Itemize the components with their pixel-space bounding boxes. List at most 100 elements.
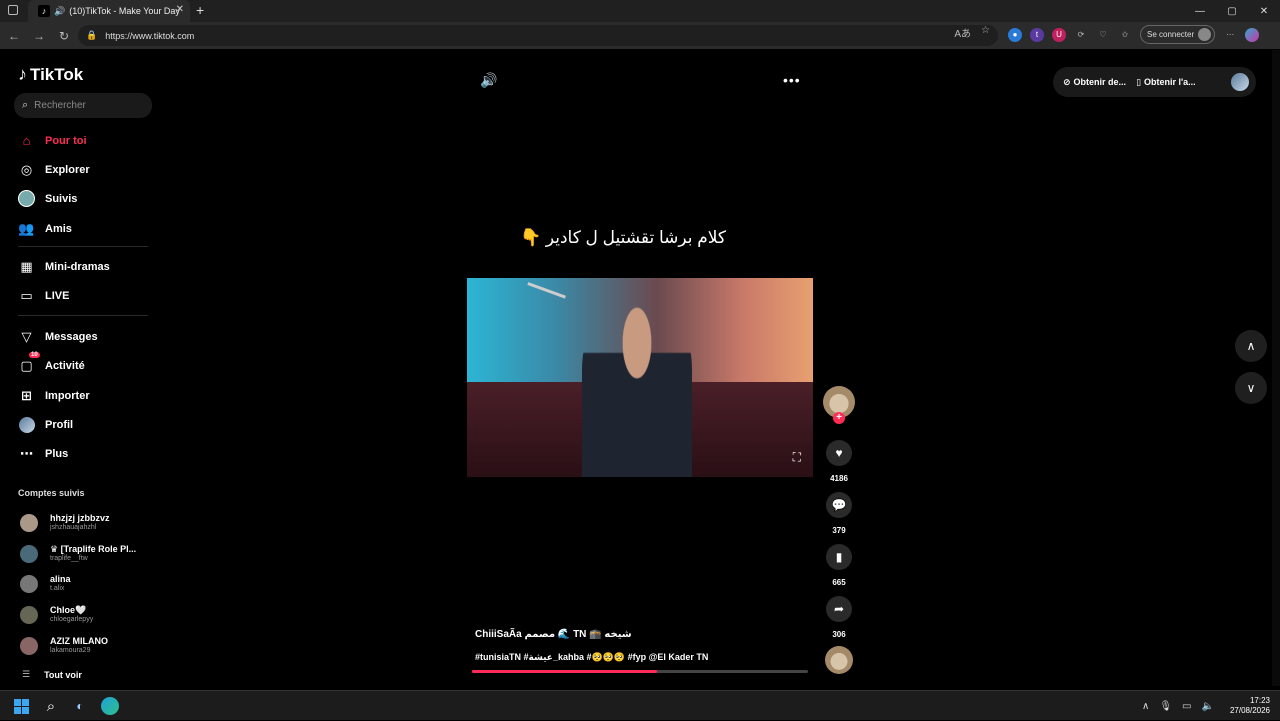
- nav-item-messages[interactable]: ▽ Messages: [18, 328, 98, 345]
- video-author[interactable]: ChiiiSaÃa مصمم 🌊 TN 🕋 شيخه: [475, 629, 632, 640]
- browser-tab[interactable]: ♪ 🔊 (10)TikTok - Make Your Day ✕: [28, 0, 190, 22]
- settings-more-icon[interactable]: ⋯: [1223, 28, 1237, 42]
- account-handle: t.alix: [50, 585, 65, 592]
- list-icon: ☰: [22, 669, 31, 679]
- video-player[interactable]: ⛶: [467, 278, 813, 477]
- heart-icon: ♥: [835, 446, 843, 460]
- nav-item-live[interactable]: ▭ LIVE: [18, 287, 69, 304]
- minimize-button[interactable]: —: [1184, 0, 1216, 22]
- tv-icon: ▭: [20, 287, 33, 303]
- get-app-button[interactable]: ▯ Obtenir l'a...: [1136, 77, 1196, 88]
- chevron-up-icon: ∧: [1246, 339, 1256, 353]
- get-coins-button[interactable]: ⊘ Obtenir de...: [1063, 77, 1126, 88]
- nav-label: Importer: [45, 389, 90, 402]
- more-options-icon[interactable]: •••: [783, 72, 801, 88]
- nav-item-explorer[interactable]: ◎ Explorer: [18, 161, 90, 178]
- music-disc-avatar[interactable]: [825, 646, 853, 674]
- nav-divider: [18, 246, 148, 247]
- profile-avatar-icon: [18, 416, 35, 433]
- url-field[interactable]: 🔒 https://www.tiktok.com Aあ ☆: [78, 25, 998, 46]
- tiktok-favicon-icon: ♪: [38, 5, 50, 17]
- favorite-star-icon[interactable]: ☆: [981, 25, 990, 40]
- read-aloud-icon[interactable]: Aあ: [954, 25, 971, 40]
- video-progress-bar[interactable]: [472, 670, 808, 673]
- volume-tray-icon[interactable]: 🔈: [1202, 701, 1214, 712]
- logo-text: TikTok: [30, 64, 84, 84]
- save-button[interactable]: ▮: [826, 544, 852, 570]
- tray-chevron-up-icon[interactable]: ∧: [1142, 701, 1149, 712]
- notification-badge: 10: [29, 352, 40, 358]
- speaker-icon[interactable]: 🔊: [54, 6, 65, 17]
- sign-in-button[interactable]: Se connecter: [1140, 25, 1216, 44]
- tab-close-icon[interactable]: ✕: [176, 4, 184, 15]
- nav-item-amis[interactable]: 👥 Amis: [18, 220, 72, 237]
- time: 17:23: [1249, 696, 1270, 705]
- extension-t-icon[interactable]: t: [1030, 27, 1044, 42]
- followed-accounts-title: Comptes suivis: [18, 488, 85, 498]
- clock[interactable]: 17:23 27/08/2026: [1230, 696, 1270, 716]
- followed-account[interactable]: hhzjzj jzbbzvz jshzhauajahzhl: [20, 513, 110, 532]
- forward-arrow-icon[interactable]: →: [28, 25, 50, 47]
- extension-u-icon[interactable]: U: [1052, 27, 1066, 42]
- nav-label: Profil: [45, 418, 74, 431]
- nav-label: Explorer: [45, 163, 90, 176]
- nav-item-mini-dramas[interactable]: ▦ Mini-dramas: [18, 258, 109, 275]
- close-window-button[interactable]: ✕: [1248, 0, 1280, 22]
- start-button[interactable]: [13, 698, 29, 714]
- nav-item-activite[interactable]: ▢ 10 Activité: [18, 352, 85, 374]
- nav-label: Activité: [45, 359, 85, 372]
- steam-icon[interactable]: ◐: [72, 698, 88, 714]
- video-frame-mic: [518, 282, 566, 324]
- tab-actions-icon[interactable]: [8, 5, 18, 15]
- edge-browser-icon[interactable]: [101, 697, 119, 715]
- network-icon[interactable]: ▭: [1182, 701, 1191, 712]
- next-video-button[interactable]: ∨: [1235, 372, 1267, 404]
- phone-icon: ▯: [1136, 76, 1142, 87]
- chevron-down-icon: ∨: [1246, 381, 1256, 395]
- restore-button[interactable]: ▢: [1216, 0, 1248, 22]
- new-tab-button[interactable]: +: [196, 2, 204, 18]
- like-button[interactable]: ♥: [826, 440, 852, 466]
- followed-account[interactable]: ♛ [Traplife Role Pl... traplife__ftw: [20, 544, 136, 563]
- user-avatar[interactable]: [1231, 73, 1249, 91]
- follow-plus-icon[interactable]: +: [833, 412, 845, 424]
- nav-label: Plus: [45, 447, 69, 460]
- nav-item-plus[interactable]: ⋯ Plus: [18, 445, 68, 462]
- refresh-icon[interactable]: ↻: [53, 25, 75, 47]
- account-handle: lakamoura29: [50, 647, 91, 654]
- followed-account[interactable]: AZIZ MILANO lakamoura29: [20, 636, 108, 655]
- search-input[interactable]: ⌕ Rechercher: [14, 93, 152, 118]
- favorites-icon[interactable]: ✩: [1118, 28, 1132, 42]
- tab-title: (10)TikTok - Make Your Day: [69, 6, 180, 16]
- back-arrow-icon[interactable]: ←: [3, 25, 25, 47]
- nav-item-suivis[interactable]: Suivis: [18, 190, 77, 207]
- previous-video-button[interactable]: ∧: [1235, 330, 1267, 362]
- volume-icon[interactable]: 🔊: [480, 72, 497, 89]
- nav-item-importer[interactable]: ⊞ Importer: [18, 387, 90, 404]
- see-all-link[interactable]: ☰ Tout voir: [22, 669, 82, 680]
- search-icon: ⌕: [22, 99, 29, 111]
- microphone-icon[interactable]: 🎙: [1159, 701, 1172, 712]
- film-icon: ▦: [20, 258, 33, 274]
- windows-logo-icon: [13, 698, 29, 714]
- nav-label: Messages: [45, 330, 98, 343]
- comment-button[interactable]: 💬: [826, 492, 852, 518]
- search-taskbar-icon[interactable]: ⌕: [43, 698, 59, 715]
- browser-essentials-icon[interactable]: ♡: [1096, 28, 1110, 42]
- tiktok-logo[interactable]: ♪ TikTok: [18, 64, 83, 85]
- nav-item-pour-toi[interactable]: ⌂ Pour toi: [18, 132, 87, 149]
- lock-icon[interactable]: 🔒: [86, 30, 97, 41]
- copilot-icon[interactable]: [1245, 27, 1260, 42]
- page-scrollbar[interactable]: [1272, 50, 1280, 686]
- share-button[interactable]: ➦: [826, 596, 852, 622]
- extensions-puzzle-icon[interactable]: ⟳: [1074, 28, 1088, 42]
- extension-1-icon[interactable]: ●: [1008, 27, 1022, 42]
- nav-item-profil[interactable]: Profil: [18, 416, 73, 433]
- followed-account[interactable]: alina t.alix: [20, 574, 71, 593]
- video-hashtags[interactable]: #tunisiaTN #عيشة_kahba #🥺🥺🥺 #fyp @El Kad…: [475, 652, 708, 663]
- friends-icon: 👥: [18, 220, 35, 236]
- followed-account[interactable]: Chloe🤍 chloegarlepyy: [20, 605, 93, 624]
- inbox-icon: ▢ 10: [20, 352, 40, 373]
- fullscreen-icon[interactable]: ⛶: [793, 450, 801, 465]
- avatar: [20, 513, 38, 532]
